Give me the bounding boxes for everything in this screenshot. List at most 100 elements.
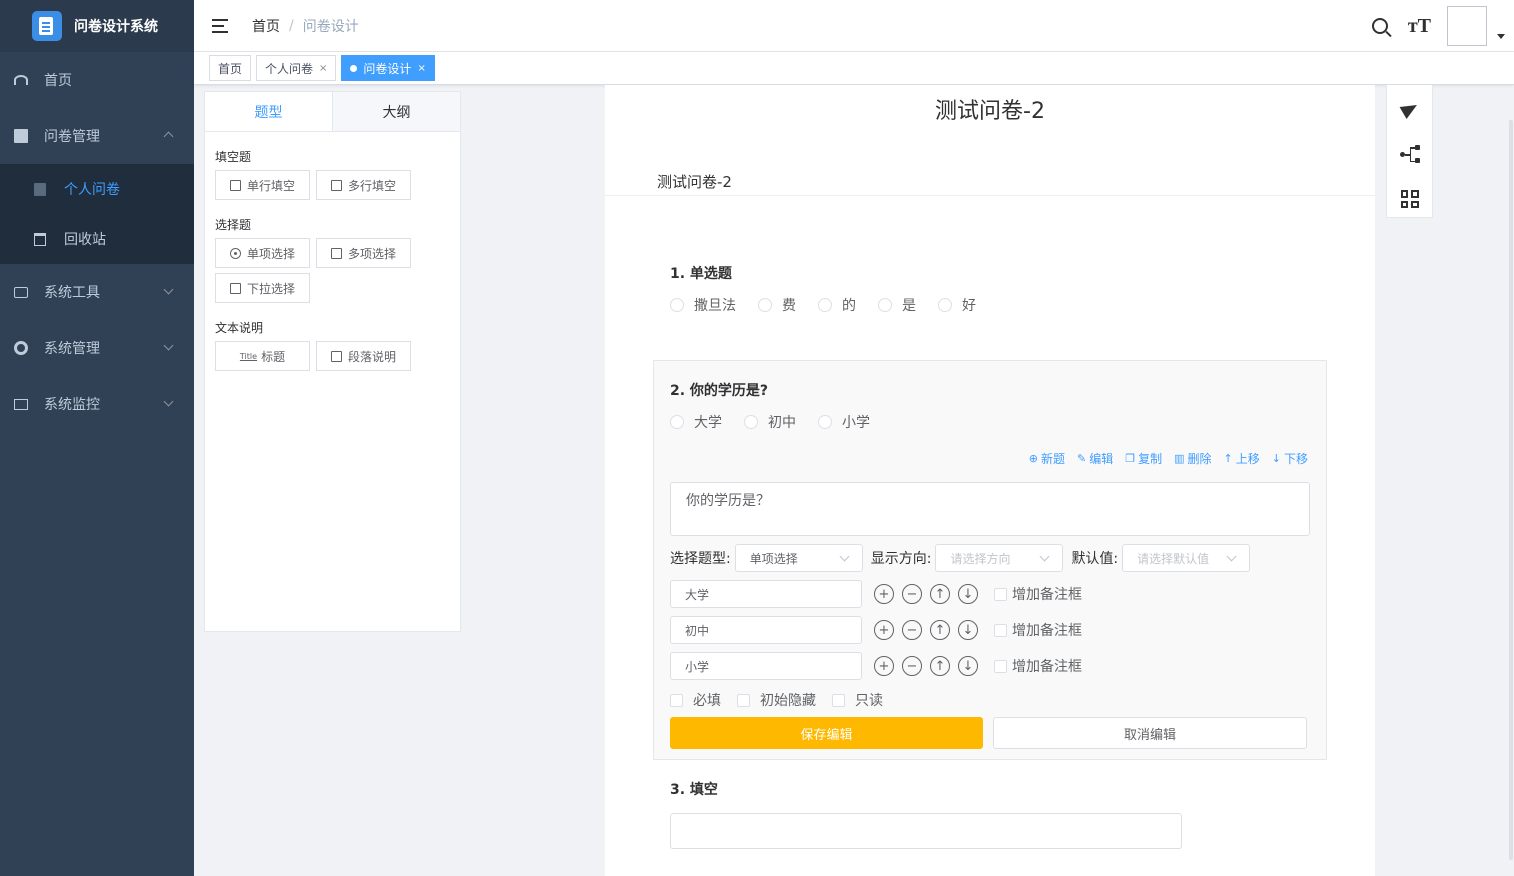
option-input[interactable]: 小学	[670, 652, 862, 680]
radio-option[interactable]: 小学	[818, 412, 870, 432]
option-input[interactable]: 大学	[670, 580, 862, 608]
multi-choice-button[interactable]: 多项选择	[316, 238, 411, 268]
font-size-icon[interactable]: тT	[1408, 15, 1431, 38]
sidebar-item-recycle-bin[interactable]: 回收站	[0, 214, 194, 264]
qrcode-button[interactable]	[1387, 178, 1432, 220]
dropdown-choice-button[interactable]: 下拉选择	[215, 273, 310, 303]
sidebar-item-survey-management[interactable]: 问卷管理	[0, 108, 194, 164]
plus-circle-icon[interactable]: +	[874, 656, 894, 676]
scrollbar[interactable]	[1509, 120, 1513, 860]
survey-description[interactable]: 测试问卷-2	[657, 171, 732, 192]
radio-button[interactable]	[818, 415, 832, 429]
radio-option[interactable]: 是	[878, 295, 916, 315]
multi-line-fill-button[interactable]: 多行填空	[316, 170, 411, 200]
search-icon[interactable]	[1371, 18, 1388, 34]
sidebar-item-home[interactable]: 首页	[0, 52, 194, 108]
hidden-label: 初始隐藏	[760, 693, 816, 709]
radio-option[interactable]: 撒旦法	[670, 295, 736, 315]
minus-circle-icon[interactable]: −	[902, 584, 922, 604]
remark-checkbox[interactable]	[994, 623, 1007, 637]
arrow-down-circle-icon[interactable]: ↓	[958, 584, 978, 604]
action-label: 删除	[1187, 452, 1212, 466]
close-icon[interactable]: ×	[319, 63, 327, 74]
radio-option[interactable]: 初中	[744, 412, 796, 432]
cancel-edit-button[interactable]: 取消编辑	[993, 717, 1307, 749]
radio-option[interactable]: 好	[938, 295, 976, 315]
caret-down-icon[interactable]	[1497, 33, 1505, 39]
single-choice-button[interactable]: 单项选择	[215, 238, 310, 268]
radio-button[interactable]	[878, 298, 892, 312]
question-2-title[interactable]: 2. 你的学历是?	[670, 380, 768, 400]
publish-button[interactable]	[1387, 88, 1432, 130]
textarea-icon	[330, 179, 342, 191]
radio-option[interactable]: 大学	[670, 412, 722, 432]
radio-button[interactable]	[670, 298, 684, 312]
hamburger-icon[interactable]	[212, 18, 228, 33]
close-icon[interactable]: ×	[417, 63, 425, 74]
sidebar-item-label: 首页	[44, 73, 72, 89]
readonly-checkbox[interactable]	[832, 693, 845, 707]
sidebar-item-system-tools[interactable]: 系统工具	[0, 264, 194, 320]
radio-option[interactable]: 费	[758, 295, 796, 315]
logo[interactable]: 问卷设计系统	[0, 0, 194, 52]
readonly-label: 只读	[855, 693, 883, 709]
radio-option[interactable]: 的	[818, 295, 856, 315]
survey-title[interactable]: 测试问卷-2	[605, 93, 1375, 125]
sidebar-item-personal-surveys[interactable]: 个人问卷	[0, 164, 194, 214]
heading-button[interactable]: Title 标题	[215, 341, 310, 371]
edit-button[interactable]: ✎ 编辑	[1077, 450, 1113, 467]
minus-circle-icon[interactable]: −	[902, 656, 922, 676]
breadcrumb: 首页 / 问卷设计	[252, 16, 359, 36]
divider	[605, 195, 1375, 196]
default-value-select[interactable]: 请选择默认值	[1122, 544, 1251, 572]
arrow-up-circle-icon[interactable]: ↑	[930, 620, 950, 640]
radio-button[interactable]	[818, 298, 832, 312]
question-1-title[interactable]: 1. 单选题	[670, 263, 732, 283]
radio-button[interactable]	[758, 298, 772, 312]
direction-select[interactable]: 请选择方向	[935, 544, 1064, 572]
logic-button[interactable]	[1387, 133, 1432, 175]
arrow-down-circle-icon[interactable]: ↓	[958, 656, 978, 676]
question-type-select[interactable]: 单项选择	[734, 544, 863, 572]
radio-button[interactable]	[938, 298, 952, 312]
copy-button[interactable]: ❐ 复制	[1125, 450, 1162, 467]
group-buttons: 单行填空 多行填空	[215, 165, 425, 200]
remark-checkbox[interactable]	[994, 587, 1007, 601]
paragraph-button[interactable]: 段落说明	[316, 341, 411, 371]
move-up-button[interactable]: ↑ 上移	[1224, 450, 1260, 467]
avatar[interactable]	[1447, 6, 1487, 46]
breadcrumb-current: 问卷设计	[302, 18, 359, 35]
question-3-title[interactable]: 3. 填空	[670, 779, 718, 799]
question-text-input[interactable]: 你的学历是？	[670, 482, 1310, 536]
radio-button[interactable]	[670, 415, 684, 429]
checkbox-icon	[330, 247, 342, 259]
delete-button[interactable]: ▥ 删除	[1174, 450, 1211, 467]
hidden-checkbox[interactable]	[737, 693, 750, 707]
arrow-up-circle-icon[interactable]: ↑	[930, 656, 950, 676]
arrow-down-circle-icon[interactable]: ↓	[958, 620, 978, 640]
radio-button[interactable]	[744, 415, 758, 429]
fill-blank-input[interactable]	[670, 813, 1182, 849]
breadcrumb-home[interactable]: 首页	[252, 16, 280, 36]
move-down-button[interactable]: ↓ 下移	[1272, 450, 1308, 467]
tag-personal-surveys[interactable]: 个人问卷 ×	[256, 55, 337, 81]
save-edit-button[interactable]: 保存编辑	[670, 717, 983, 749]
tab-outline[interactable]: 大纲	[332, 92, 460, 131]
input-icon	[229, 179, 241, 191]
sidebar-item-system-monitor[interactable]: 系统监控	[0, 376, 194, 432]
tab-question-types[interactable]: 题型	[205, 92, 332, 131]
tag-survey-design[interactable]: 问卷设计 ×	[341, 55, 435, 81]
required-checkbox[interactable]	[670, 693, 683, 707]
option-label: 大学	[694, 415, 722, 431]
minus-circle-icon[interactable]: −	[902, 620, 922, 640]
sidebar-item-system-management[interactable]: 系统管理	[0, 320, 194, 376]
plus-circle-icon[interactable]: +	[874, 620, 894, 640]
tag-home[interactable]: 首页	[209, 55, 252, 81]
single-line-fill-button[interactable]: 单行填空	[215, 170, 310, 200]
option-input[interactable]: 初中	[670, 616, 862, 644]
survey-canvas: 测试问卷-2 测试问卷-2 1. 单选题 撒旦法 费 的 是 好 2. 你的学历…	[605, 85, 1375, 876]
new-question-button[interactable]: ⊕ 新题	[1029, 450, 1065, 467]
remark-checkbox[interactable]	[994, 659, 1007, 673]
arrow-up-circle-icon[interactable]: ↑	[930, 584, 950, 604]
plus-circle-icon[interactable]: +	[874, 584, 894, 604]
